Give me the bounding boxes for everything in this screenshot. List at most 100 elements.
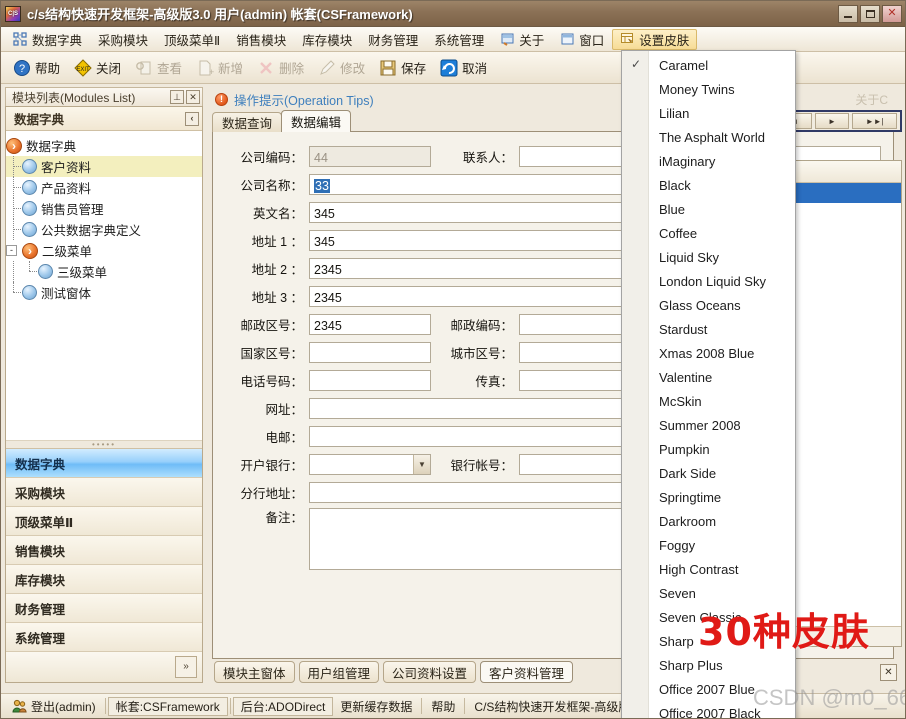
tree-node-root[interactable]: 数据字典 <box>6 135 202 156</box>
chevron-down-icon[interactable]: ▼ <box>413 455 430 474</box>
nav-collapse-button[interactable]: ‹ <box>185 112 199 126</box>
status-refresh-cache-button[interactable]: 更新缓存数据 <box>333 697 419 716</box>
skin-item-imaginary[interactable]: iMaginary <box>622 149 795 173</box>
skin-item-springtime[interactable]: Springtime <box>622 485 795 509</box>
menu-item-sales[interactable]: 销售模块 <box>228 29 294 50</box>
tree-node-third-menu[interactable]: 三级菜单 <box>6 261 202 282</box>
exit-icon: EXIT <box>74 59 92 77</box>
skin-item-stardust[interactable]: Stardust <box>622 317 795 341</box>
skin-item-summer-2008[interactable]: Summer 2008 <box>622 413 795 437</box>
combo-bank-name[interactable]: ▼ <box>309 454 431 475</box>
skin-item-the-asphalt-world[interactable]: The Asphalt World <box>622 125 795 149</box>
menu-item-purchase[interactable]: 采购模块 <box>90 29 156 50</box>
close-button[interactable]: ✕ <box>882 5 902 23</box>
mdi-tab-close-button[interactable]: ✕ <box>880 664 897 681</box>
skin-item-sharp-plus[interactable]: Sharp Plus <box>622 653 795 677</box>
skin-item-darkroom[interactable]: Darkroom <box>622 509 795 533</box>
status-account-set[interactable]: 帐套:CSFramework <box>108 697 228 716</box>
menu-item-top-menu-2[interactable]: 顶级菜单Ⅱ <box>156 29 228 50</box>
nav-button-system[interactable]: 系统管理 <box>6 623 202 652</box>
skin-item-label: Springtime <box>659 490 721 505</box>
skin-item-high-contrast[interactable]: High Contrast <box>622 557 795 581</box>
tree-node-salesman[interactable]: 销售员管理 <box>6 198 202 219</box>
mdi-tab-module-main-form[interactable]: 模块主窗体 <box>214 661 295 683</box>
skin-item-black[interactable]: Black <box>622 173 795 197</box>
menu-item-finance[interactable]: 财务管理 <box>360 29 426 50</box>
skin-item-xmas-2008-blue[interactable]: Xmas 2008 Blue <box>622 341 795 365</box>
nav-button-purchase[interactable]: 采购模块 <box>6 478 202 507</box>
mdi-tab-user-group-management[interactable]: 用户组管理 <box>299 661 380 683</box>
skin-item-mcskin[interactable]: McSkin <box>622 389 795 413</box>
menu-label: 系统管理 <box>434 30 484 49</box>
mdi-tab-customer-data-management[interactable]: 客户资料管理 <box>480 661 573 683</box>
maximize-button[interactable] <box>860 5 880 23</box>
svg-text:?: ? <box>19 63 25 75</box>
skin-item-label: Coffee <box>659 226 697 241</box>
menu-item-set-skin[interactable]: 设置皮肤 <box>612 29 697 50</box>
tab-data-edit[interactable]: 数据编辑 <box>281 110 351 132</box>
input-postal-area-code[interactable]: 2345 <box>309 314 431 335</box>
skin-item-glass-oceans[interactable]: Glass Oceans <box>622 293 795 317</box>
dock-close-button[interactable]: ✕ <box>186 90 200 104</box>
skin-item-pumpkin[interactable]: Pumpkin <box>622 437 795 461</box>
input-phone-number[interactable] <box>309 370 431 391</box>
scroll-up-icon[interactable]: ▲ <box>866 509 880 523</box>
status-backend[interactable]: 后台:ADODirect <box>233 697 334 716</box>
nav-splitter[interactable]: ••••• <box>6 440 202 448</box>
status-logout-button[interactable]: 登出(admin) <box>5 697 103 716</box>
skin-item-coffee[interactable]: Coffee <box>622 221 795 245</box>
skin-item-money-twins[interactable]: Money Twins <box>622 77 795 101</box>
scroll-down-icon[interactable]: ▼ <box>866 555 880 569</box>
minimize-button[interactable] <box>838 5 858 23</box>
status-help-button[interactable]: 帮助 <box>424 697 462 716</box>
toolbar-label: 关闭 <box>96 58 121 77</box>
skin-item-label: The Asphalt World <box>659 130 765 145</box>
remarks-scrollbar[interactable]: ▲ ▼ <box>865 509 880 569</box>
input-company-code[interactable]: 44 <box>309 146 431 167</box>
nav-more-button[interactable]: » <box>175 656 197 678</box>
mdi-tabstrip: 模块主窗体 用户组管理 公司资料设置 客户资料管理 ✕ <box>206 659 902 685</box>
blue-ball-icon <box>22 159 37 174</box>
mdi-tab-company-data-settings[interactable]: 公司资料设置 <box>383 661 476 683</box>
toolbar-close-button[interactable]: EXIT 关闭 <box>68 55 127 81</box>
tree-expander-collapse-icon[interactable]: - <box>6 245 17 256</box>
menu-item-about[interactable]: 关于 <box>492 29 552 50</box>
menu-item-system[interactable]: 系统管理 <box>426 29 492 50</box>
input-country-code[interactable] <box>309 342 431 363</box>
toolbar-edit-button[interactable]: 修改 <box>312 55 371 81</box>
tab-data-query[interactable]: 数据查询 <box>212 112 282 132</box>
nav-button-finance[interactable]: 财务管理 <box>6 594 202 623</box>
dock-pin-button[interactable]: ⊥ <box>170 90 184 104</box>
toolbar-add-button[interactable]: + 新增 <box>190 55 249 81</box>
nav-button-sales[interactable]: 销售模块 <box>6 536 202 565</box>
toolbar-save-button[interactable]: 保存 <box>373 55 432 81</box>
skin-item-liquid-sky[interactable]: Liquid Sky <box>622 245 795 269</box>
tree-node-customer[interactable]: 客户资料 <box>6 156 202 177</box>
skin-item-foggy[interactable]: Foggy <box>622 533 795 557</box>
tree-node-second-menu[interactable]: - 二级菜单 <box>6 240 202 261</box>
skin-item-london-liquid-sky[interactable]: London Liquid Sky <box>622 269 795 293</box>
tree-node-public-dict[interactable]: 公共数据字典定义 <box>6 219 202 240</box>
toolbar-help-button[interactable]: ? 帮助 <box>7 55 66 81</box>
toolbar-cancel-button[interactable]: 取消 <box>434 55 493 81</box>
toolbar-label: 帮助 <box>35 58 60 77</box>
skin-item-dark-side[interactable]: Dark Side <box>622 461 795 485</box>
menu-label: 库存模块 <box>302 30 352 49</box>
skin-item-valentine[interactable]: Valentine <box>622 365 795 389</box>
skin-item-label: Dark Side <box>659 466 716 481</box>
nav-button-top-menu-2[interactable]: 顶级菜单Ⅱ <box>6 507 202 536</box>
watermark-text: CSDN @m0_66830820 <box>753 685 906 711</box>
menu-item-data-dictionary[interactable]: 数据字典 <box>5 29 90 50</box>
tree-node-product[interactable]: 产品资料 <box>6 177 202 198</box>
toolbar-label: 新增 <box>218 58 243 77</box>
skin-item-caramel[interactable]: ✓ Caramel <box>622 53 795 77</box>
skin-item-lilian[interactable]: Lilian <box>622 101 795 125</box>
nav-button-data-dictionary[interactable]: 数据字典 <box>6 449 202 478</box>
tree-node-test-form[interactable]: 测试窗体 <box>6 282 202 303</box>
nav-button-inventory[interactable]: 库存模块 <box>6 565 202 594</box>
skin-item-blue[interactable]: Blue <box>622 197 795 221</box>
toolbar-view-button[interactable]: 查看 <box>129 55 188 81</box>
menu-item-inventory[interactable]: 库存模块 <box>294 29 360 50</box>
toolbar-delete-button[interactable]: 删除 <box>251 55 310 81</box>
menu-item-window[interactable]: 窗口 <box>552 29 612 50</box>
